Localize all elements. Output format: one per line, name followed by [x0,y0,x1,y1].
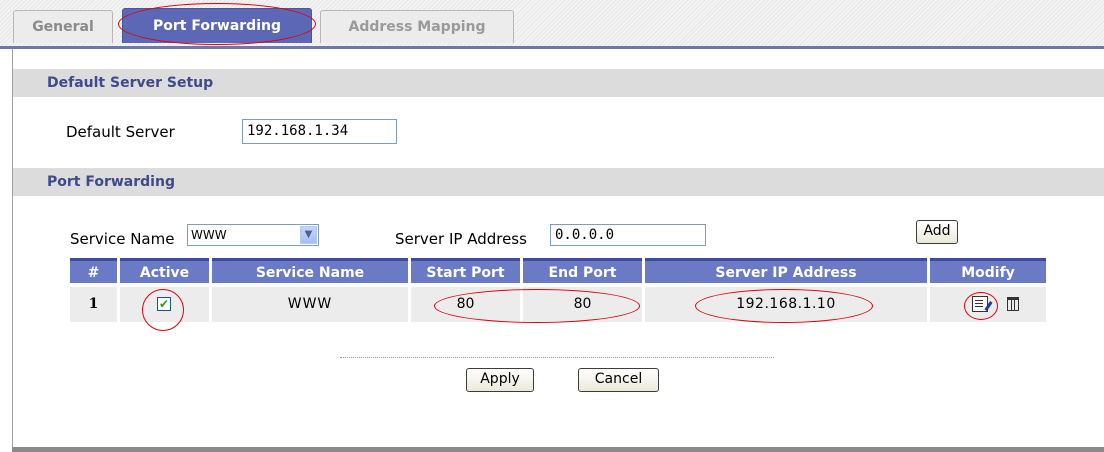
service-name-select-value: WWW [191,228,227,242]
frame-bottom-border [12,447,1104,452]
service-name-label: Service Name [70,230,175,248]
row-index: 1 [70,287,117,322]
server-ip-label: Server IP Address [395,230,527,248]
row-server-ip: 192.168.1.10 [645,287,927,322]
column-header-service-name: Service Name [212,258,408,283]
row-active-cell: ✔ [120,287,209,322]
server-ip-input[interactable]: 0.0.0.0 [550,224,706,246]
column-header-end-port: End Port [523,258,642,283]
column-header-active: Active [120,258,209,283]
service-name-select[interactable]: WWW ▼ [187,224,319,246]
default-server-label: Default Server [66,123,175,141]
row-service-name: WWW [212,287,408,322]
dropdown-arrow-icon[interactable]: ▼ [300,226,317,244]
section-default-server-setup: Default Server Setup [13,69,1104,97]
row-modify-cell [930,287,1046,322]
trash-icon[interactable] [1007,297,1019,311]
column-header-modify: Modify [930,258,1046,283]
content-frame [12,49,1104,452]
tab-port-forwarding[interactable]: Port Forwarding [122,8,312,43]
row-start-port: 80 [411,287,520,322]
tab-general[interactable]: General [13,10,113,43]
apply-button[interactable]: Apply [466,368,534,392]
section-port-forwarding: Port Forwarding [13,168,1104,196]
separator-line [340,357,774,358]
check-icon: ✔ [158,297,170,311]
active-checkbox[interactable]: ✔ [157,297,171,311]
column-header-server-ip: Server IP Address [645,258,927,283]
cancel-button[interactable]: Cancel [578,368,659,392]
edit-icon[interactable] [972,296,988,312]
tab-address-mapping[interactable]: Address Mapping [320,10,514,43]
row-end-port: 80 [523,287,642,322]
add-button[interactable]: Add [916,220,958,244]
default-server-input[interactable]: 192.168.1.34 [242,119,397,144]
column-header-start-port: Start Port [411,258,520,283]
column-header-index: # [70,258,117,283]
